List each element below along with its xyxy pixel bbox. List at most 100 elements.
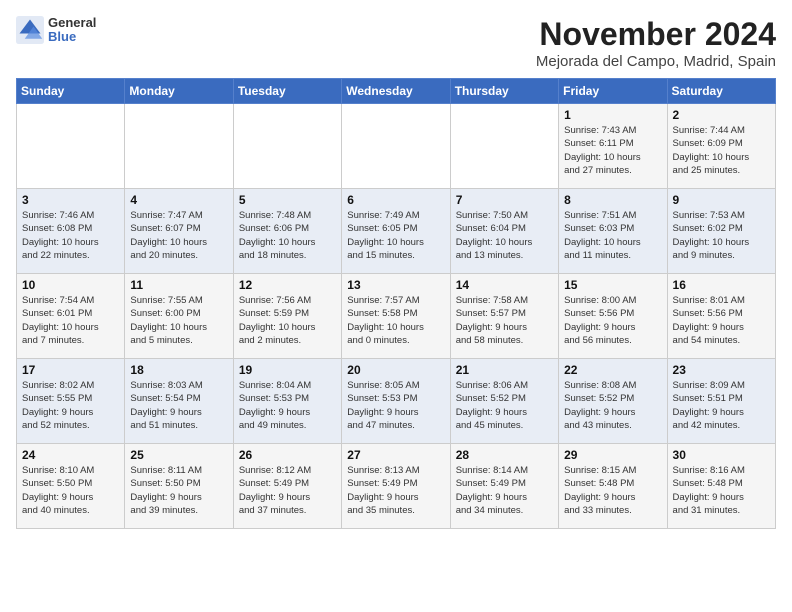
day-info: Sunrise: 8:04 AM Sunset: 5:53 PM Dayligh…	[239, 379, 336, 432]
logo: General Blue	[16, 16, 96, 45]
day-number: 6	[347, 193, 444, 207]
day-info: Sunrise: 8:03 AM Sunset: 5:54 PM Dayligh…	[130, 379, 227, 432]
calendar-week-3: 17 Sunrise: 8:02 AM Sunset: 5:55 PM Dayli…	[17, 359, 776, 444]
day-info: Sunrise: 7:49 AM Sunset: 6:05 PM Dayligh…	[347, 209, 444, 262]
day-number: 1	[564, 108, 661, 122]
day-info: Sunrise: 8:15 AM Sunset: 5:48 PM Dayligh…	[564, 464, 661, 517]
calendar-cell	[17, 104, 125, 189]
calendar-cell: 9 Sunrise: 7:53 AM Sunset: 6:02 PM Daylig…	[667, 189, 775, 274]
weekday-header-thursday: Thursday	[450, 79, 558, 104]
calendar-cell: 24 Sunrise: 8:10 AM Sunset: 5:50 PM Dayli…	[17, 444, 125, 529]
calendar-week-4: 24 Sunrise: 8:10 AM Sunset: 5:50 PM Dayli…	[17, 444, 776, 529]
weekday-header-saturday: Saturday	[667, 79, 775, 104]
day-number: 10	[22, 278, 119, 292]
calendar-cell: 1 Sunrise: 7:43 AM Sunset: 6:11 PM Daylig…	[559, 104, 667, 189]
calendar-cell	[233, 104, 341, 189]
weekday-header-wednesday: Wednesday	[342, 79, 450, 104]
weekday-header-tuesday: Tuesday	[233, 79, 341, 104]
weekday-header-monday: Monday	[125, 79, 233, 104]
day-number: 2	[673, 108, 770, 122]
day-info: Sunrise: 7:51 AM Sunset: 6:03 PM Dayligh…	[564, 209, 661, 262]
calendar-cell: 8 Sunrise: 7:51 AM Sunset: 6:03 PM Daylig…	[559, 189, 667, 274]
weekday-header-sunday: Sunday	[17, 79, 125, 104]
day-info: Sunrise: 7:44 AM Sunset: 6:09 PM Dayligh…	[673, 124, 770, 177]
day-info: Sunrise: 8:11 AM Sunset: 5:50 PM Dayligh…	[130, 464, 227, 517]
calendar-cell: 19 Sunrise: 8:04 AM Sunset: 5:53 PM Dayli…	[233, 359, 341, 444]
day-number: 17	[22, 363, 119, 377]
calendar-week-0: 1 Sunrise: 7:43 AM Sunset: 6:11 PM Daylig…	[17, 104, 776, 189]
day-info: Sunrise: 8:12 AM Sunset: 5:49 PM Dayligh…	[239, 464, 336, 517]
page-header: General Blue November 2024 Mejorada del …	[16, 16, 776, 70]
calendar-cell: 2 Sunrise: 7:44 AM Sunset: 6:09 PM Daylig…	[667, 104, 775, 189]
calendar-cell: 23Sunrise: 8:09 AM Sunset: 5:51 PM Dayli…	[667, 359, 775, 444]
day-number: 30	[673, 448, 770, 462]
day-info: Sunrise: 8:00 AM Sunset: 5:56 PM Dayligh…	[564, 294, 661, 347]
calendar-header: SundayMondayTuesdayWednesdayThursdayFrid…	[17, 79, 776, 104]
day-number: 15	[564, 278, 661, 292]
day-info: Sunrise: 8:02 AM Sunset: 5:55 PM Dayligh…	[22, 379, 119, 432]
calendar-cell: 7 Sunrise: 7:50 AM Sunset: 6:04 PM Daylig…	[450, 189, 558, 274]
calendar-cell: 4 Sunrise: 7:47 AM Sunset: 6:07 PM Daylig…	[125, 189, 233, 274]
day-number: 25	[130, 448, 227, 462]
day-info: Sunrise: 8:13 AM Sunset: 5:49 PM Dayligh…	[347, 464, 444, 517]
day-number: 4	[130, 193, 227, 207]
calendar-cell: 16 Sunrise: 8:01 AM Sunset: 5:56 PM Dayli…	[667, 274, 775, 359]
day-info: Sunrise: 8:05 AM Sunset: 5:53 PM Dayligh…	[347, 379, 444, 432]
day-info: Sunrise: 7:43 AM Sunset: 6:11 PM Dayligh…	[564, 124, 661, 177]
day-info: Sunrise: 8:01 AM Sunset: 5:56 PM Dayligh…	[673, 294, 770, 347]
calendar-cell: 5Sunrise: 7:48 AM Sunset: 6:06 PM Daylig…	[233, 189, 341, 274]
location-title: Mejorada del Campo, Madrid, Spain	[536, 53, 776, 70]
title-area: November 2024 Mejorada del Campo, Madrid…	[536, 16, 776, 70]
calendar-cell: 21Sunrise: 8:06 AM Sunset: 5:52 PM Dayli…	[450, 359, 558, 444]
calendar-cell: 26 Sunrise: 8:12 AM Sunset: 5:49 PM Dayli…	[233, 444, 341, 529]
calendar-cell	[450, 104, 558, 189]
day-number: 7	[456, 193, 553, 207]
day-info: Sunrise: 7:58 AM Sunset: 5:57 PM Dayligh…	[456, 294, 553, 347]
day-number: 28	[456, 448, 553, 462]
calendar-cell: 10 Sunrise: 7:54 AM Sunset: 6:01 PM Dayli…	[17, 274, 125, 359]
day-number: 26	[239, 448, 336, 462]
calendar-cell: 22Sunrise: 8:08 AM Sunset: 5:52 PM Dayli…	[559, 359, 667, 444]
logo-text: General Blue	[48, 16, 96, 45]
day-number: 12	[239, 278, 336, 292]
calendar-cell: 17 Sunrise: 8:02 AM Sunset: 5:55 PM Dayli…	[17, 359, 125, 444]
day-info: Sunrise: 8:16 AM Sunset: 5:48 PM Dayligh…	[673, 464, 770, 517]
day-info: Sunrise: 7:54 AM Sunset: 6:01 PM Dayligh…	[22, 294, 119, 347]
calendar-cell	[342, 104, 450, 189]
weekday-header-friday: Friday	[559, 79, 667, 104]
calendar-cell: 12 Sunrise: 7:56 AM Sunset: 5:59 PM Dayli…	[233, 274, 341, 359]
calendar-cell: 25 Sunrise: 8:11 AM Sunset: 5:50 PM Dayli…	[125, 444, 233, 529]
calendar-cell: 18Sunrise: 8:03 AM Sunset: 5:54 PM Dayli…	[125, 359, 233, 444]
day-number: 16	[673, 278, 770, 292]
weekday-header-row: SundayMondayTuesdayWednesdayThursdayFrid…	[17, 79, 776, 104]
day-number: 27	[347, 448, 444, 462]
day-info: Sunrise: 7:47 AM Sunset: 6:07 PM Dayligh…	[130, 209, 227, 262]
day-info: Sunrise: 7:48 AM Sunset: 6:06 PM Dayligh…	[239, 209, 336, 262]
day-number: 29	[564, 448, 661, 462]
calendar-body: 1 Sunrise: 7:43 AM Sunset: 6:11 PM Daylig…	[17, 104, 776, 529]
day-number: 24	[22, 448, 119, 462]
logo-blue-text: Blue	[48, 30, 96, 44]
calendar-week-1: 3Sunrise: 7:46 AM Sunset: 6:08 PM Daylig…	[17, 189, 776, 274]
day-number: 19	[239, 363, 336, 377]
day-number: 8	[564, 193, 661, 207]
day-info: Sunrise: 7:56 AM Sunset: 5:59 PM Dayligh…	[239, 294, 336, 347]
calendar-cell: 14Sunrise: 7:58 AM Sunset: 5:57 PM Dayli…	[450, 274, 558, 359]
calendar-cell: 11Sunrise: 7:55 AM Sunset: 6:00 PM Dayli…	[125, 274, 233, 359]
calendar-cell: 27 Sunrise: 8:13 AM Sunset: 5:49 PM Dayli…	[342, 444, 450, 529]
day-number: 9	[673, 193, 770, 207]
logo-general-text: General	[48, 16, 96, 30]
calendar-week-2: 10 Sunrise: 7:54 AM Sunset: 6:01 PM Dayli…	[17, 274, 776, 359]
day-info: Sunrise: 8:10 AM Sunset: 5:50 PM Dayligh…	[22, 464, 119, 517]
day-number: 20	[347, 363, 444, 377]
day-info: Sunrise: 7:50 AM Sunset: 6:04 PM Dayligh…	[456, 209, 553, 262]
calendar-cell	[125, 104, 233, 189]
day-info: Sunrise: 8:06 AM Sunset: 5:52 PM Dayligh…	[456, 379, 553, 432]
day-info: Sunrise: 8:14 AM Sunset: 5:49 PM Dayligh…	[456, 464, 553, 517]
calendar-cell: 30 Sunrise: 8:16 AM Sunset: 5:48 PM Dayli…	[667, 444, 775, 529]
day-info: Sunrise: 7:53 AM Sunset: 6:02 PM Dayligh…	[673, 209, 770, 262]
calendar-table: SundayMondayTuesdayWednesdayThursdayFrid…	[16, 78, 776, 529]
month-title: November 2024	[536, 16, 776, 53]
calendar-cell: 28 Sunrise: 8:14 AM Sunset: 5:49 PM Dayli…	[450, 444, 558, 529]
calendar-cell: 13Sunrise: 7:57 AM Sunset: 5:58 PM Dayli…	[342, 274, 450, 359]
